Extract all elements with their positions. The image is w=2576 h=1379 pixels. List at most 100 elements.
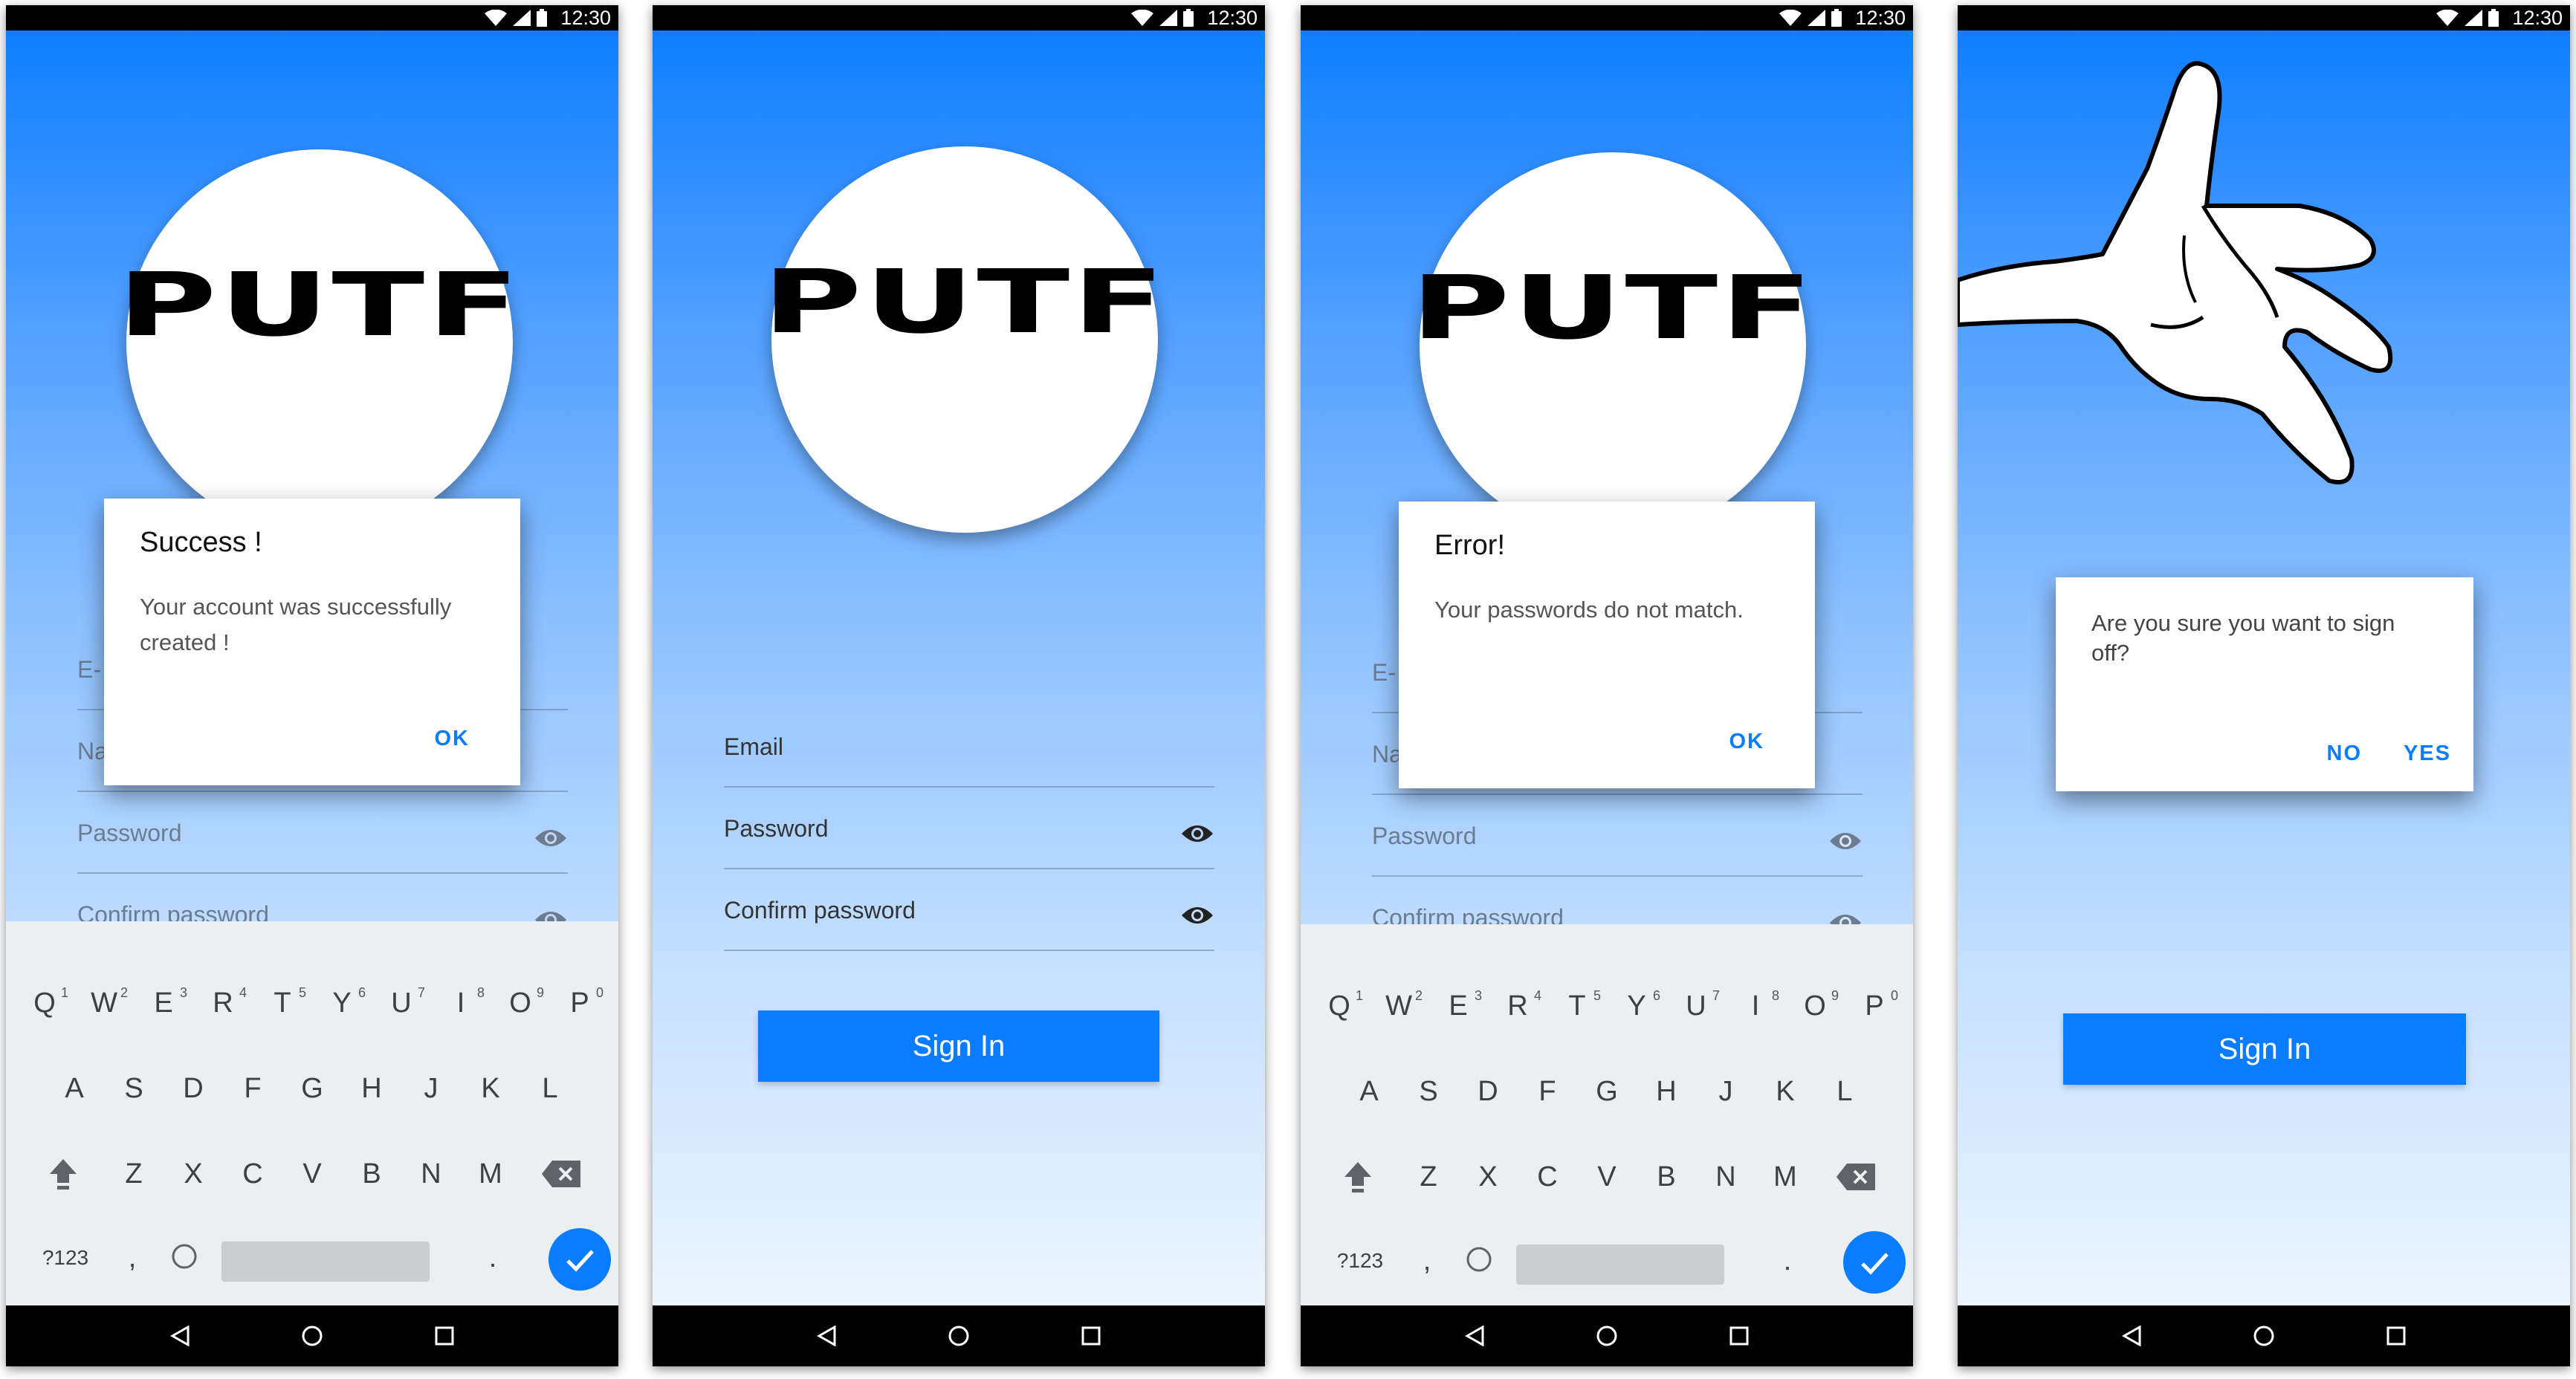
key-k[interactable]: K: [461, 1059, 520, 1118]
key-m[interactable]: M: [461, 1144, 520, 1204]
eye-icon[interactable]: [534, 828, 568, 849]
recents-icon[interactable]: [435, 1326, 454, 1346]
key-b[interactable]: B: [1637, 1147, 1696, 1207]
check-icon: [548, 1228, 611, 1291]
key-q[interactable]: Q1: [15, 973, 74, 1033]
comma-key[interactable]: ,: [110, 1228, 155, 1288]
key-h[interactable]: H: [1637, 1062, 1696, 1121]
key-f[interactable]: F: [223, 1059, 282, 1118]
enter-key[interactable]: [548, 1228, 611, 1291]
symbols-key[interactable]: ?123: [21, 1228, 110, 1288]
back-icon[interactable]: [1465, 1326, 1484, 1346]
key-p[interactable]: P0: [1845, 976, 1904, 1036]
yes-button[interactable]: YES: [2404, 742, 2451, 766]
home-icon[interactable]: [1596, 1325, 1618, 1347]
key-e[interactable]: E3: [1428, 976, 1488, 1036]
key-d[interactable]: D: [1458, 1062, 1518, 1121]
eye-icon[interactable]: [1180, 823, 1214, 844]
home-icon[interactable]: [2253, 1325, 2275, 1347]
key-v[interactable]: V: [1577, 1147, 1637, 1207]
key-x[interactable]: X: [1458, 1147, 1518, 1207]
backspace-key[interactable]: [1815, 1147, 1897, 1207]
key-i[interactable]: I8: [431, 973, 491, 1033]
key-b[interactable]: B: [342, 1144, 401, 1204]
password-field[interactable]: Password: [724, 786, 1214, 869]
password-field[interactable]: Password: [77, 791, 568, 874]
key-w[interactable]: W2: [1369, 976, 1428, 1036]
enter-key[interactable]: [1843, 1231, 1906, 1294]
key-p[interactable]: P0: [550, 973, 609, 1033]
no-button[interactable]: NO: [2327, 742, 2363, 766]
space-bar[interactable]: [214, 1228, 437, 1288]
key-u[interactable]: U7: [372, 973, 431, 1033]
recents-icon[interactable]: [1729, 1326, 1749, 1346]
key-x[interactable]: X: [164, 1144, 223, 1204]
shift-key[interactable]: [22, 1144, 104, 1204]
sign-in-button[interactable]: Sign In: [2063, 1013, 2466, 1085]
key-n[interactable]: N: [1696, 1147, 1755, 1207]
key-q[interactable]: Q1: [1310, 976, 1369, 1036]
eye-icon[interactable]: [1180, 905, 1214, 926]
recents-icon[interactable]: [1081, 1326, 1101, 1346]
key-i[interactable]: I8: [1726, 976, 1785, 1036]
recents-icon[interactable]: [2386, 1326, 2406, 1346]
key-o[interactable]: O9: [1785, 976, 1845, 1036]
key-z[interactable]: Z: [1399, 1147, 1458, 1207]
password-label: Password: [1372, 822, 1477, 849]
wifi-icon: [485, 10, 507, 26]
eye-icon[interactable]: [1828, 831, 1863, 851]
key-y[interactable]: Y6: [312, 973, 372, 1033]
key-a[interactable]: A: [45, 1059, 104, 1118]
home-icon[interactable]: [948, 1325, 970, 1347]
key-z[interactable]: Z: [104, 1144, 164, 1204]
period-key[interactable]: .: [1732, 1231, 1843, 1291]
shift-key[interactable]: [1317, 1147, 1399, 1207]
key-v[interactable]: V: [282, 1144, 342, 1204]
password-field[interactable]: Password: [1372, 794, 1863, 877]
key-r[interactable]: R4: [193, 973, 253, 1033]
symbols-key[interactable]: ?123: [1315, 1231, 1405, 1291]
key-l[interactable]: L: [520, 1059, 580, 1118]
space-bar[interactable]: [1509, 1231, 1732, 1291]
key-s[interactable]: S: [1399, 1062, 1458, 1121]
key-k[interactable]: K: [1755, 1062, 1815, 1121]
key-l[interactable]: L: [1815, 1062, 1874, 1121]
emoji-key[interactable]: [155, 1228, 214, 1288]
key-c[interactable]: C: [1518, 1147, 1577, 1207]
comma-key[interactable]: ,: [1405, 1231, 1449, 1291]
back-icon[interactable]: [170, 1326, 190, 1346]
status-time: 12:30: [1207, 7, 1258, 29]
backspace-key[interactable]: [520, 1144, 602, 1204]
key-t[interactable]: T5: [253, 973, 312, 1033]
key-s[interactable]: S: [104, 1059, 164, 1118]
key-j[interactable]: J: [401, 1059, 461, 1118]
ok-button[interactable]: OK: [435, 727, 470, 751]
key-j[interactable]: J: [1696, 1062, 1755, 1121]
key-d[interactable]: D: [164, 1059, 223, 1118]
period-key[interactable]: .: [437, 1228, 548, 1288]
home-icon[interactable]: [301, 1325, 323, 1347]
key-c[interactable]: C: [223, 1144, 282, 1204]
key-u[interactable]: U7: [1666, 976, 1726, 1036]
key-e[interactable]: E3: [134, 973, 193, 1033]
back-icon[interactable]: [817, 1326, 836, 1346]
key-h[interactable]: H: [342, 1059, 401, 1118]
key-a[interactable]: A: [1339, 1062, 1399, 1121]
back-icon[interactable]: [2122, 1326, 2141, 1346]
ok-button[interactable]: OK: [1729, 730, 1765, 754]
key-m[interactable]: M: [1755, 1147, 1815, 1207]
key-o[interactable]: O9: [491, 973, 550, 1033]
confirm-password-field[interactable]: Confirm password: [724, 868, 1214, 951]
key-r[interactable]: R4: [1488, 976, 1547, 1036]
key-t[interactable]: T5: [1547, 976, 1607, 1036]
sign-in-button[interactable]: Sign In: [758, 1010, 1159, 1082]
email-field[interactable]: Email: [724, 704, 1214, 788]
key-g[interactable]: G: [1577, 1062, 1637, 1121]
emoji-key[interactable]: [1449, 1231, 1509, 1291]
key-y[interactable]: Y6: [1607, 976, 1666, 1036]
key-w[interactable]: W2: [74, 973, 134, 1033]
key-f[interactable]: F: [1518, 1062, 1577, 1121]
key-g[interactable]: G: [282, 1059, 342, 1118]
wifi-icon: [1131, 10, 1153, 26]
key-n[interactable]: N: [401, 1144, 461, 1204]
